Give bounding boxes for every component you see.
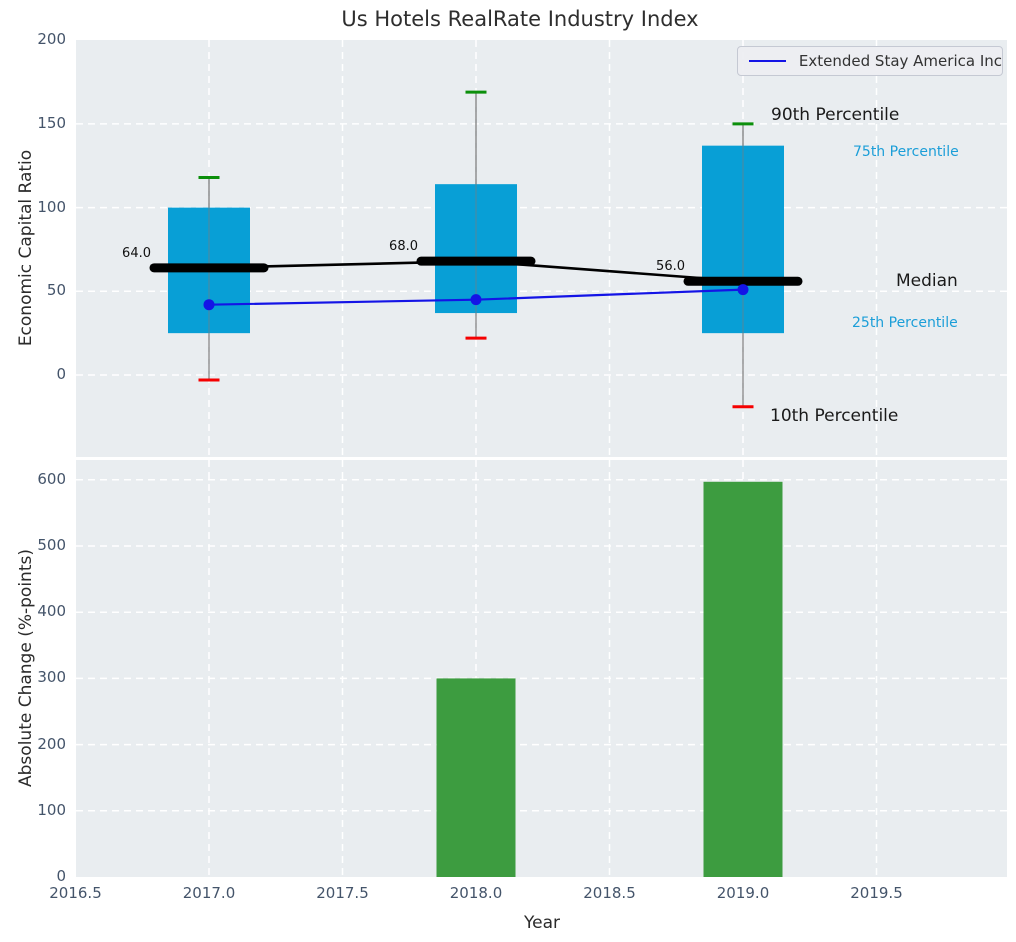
x-tick-label: 2018.0 [449,884,503,902]
annotation-25th-percentile: 25th Percentile [852,315,958,331]
bottom-y-tick-label: 600 [37,469,66,488]
x-axis-label: Year [524,913,560,933]
top-plot-area [76,40,1007,457]
x-tick-label: 2017.0 [182,884,236,902]
bottom-y-tick-label: 0 [56,867,66,885]
median-value-label: 64.0 [122,245,151,261]
x-tick-label: 2017.5 [316,884,369,902]
bottom-y-axis-label: Absolute Change (%-points) [16,549,36,787]
x-tick-label: 2019.5 [850,884,903,902]
company-point [737,284,749,296]
median-value-label: 68.0 [389,239,418,255]
annotation-90th-percentile: 90th Percentile [771,105,900,125]
figure: Us Hotels RealRate Industry Index Econom… [0,0,1016,942]
legend-line-sample [749,60,786,62]
annotation-75th-percentile: 75th Percentile [853,144,959,160]
annotation-median: Median [896,271,958,291]
x-tick-label: 2018.5 [583,884,636,902]
bottom-plot-area [76,460,1007,877]
company-point [470,294,482,306]
legend-label: Extended Stay America Inc [798,52,1002,70]
x-tick-label: 2019.0 [716,884,770,902]
chart-title: Us Hotels RealRate Industry Index [341,7,699,31]
change-bar [703,481,783,877]
annotation-10th-percentile: 10th Percentile [770,406,899,426]
top-y-tick-label: 0 [56,365,66,383]
change-bar [436,678,516,877]
bottom-y-tick-label: 100 [37,800,66,819]
x-tick-label: 2016.5 [49,884,102,902]
top-y-axis-label: Economic Capital Ratio [16,149,36,347]
company-point [203,299,215,311]
legend: Extended Stay America Inc [737,46,1003,76]
top-y-tick-label: 200 [37,30,66,49]
top-y-tick-label: 150 [37,113,66,132]
median-value-label: 56.0 [656,259,685,275]
